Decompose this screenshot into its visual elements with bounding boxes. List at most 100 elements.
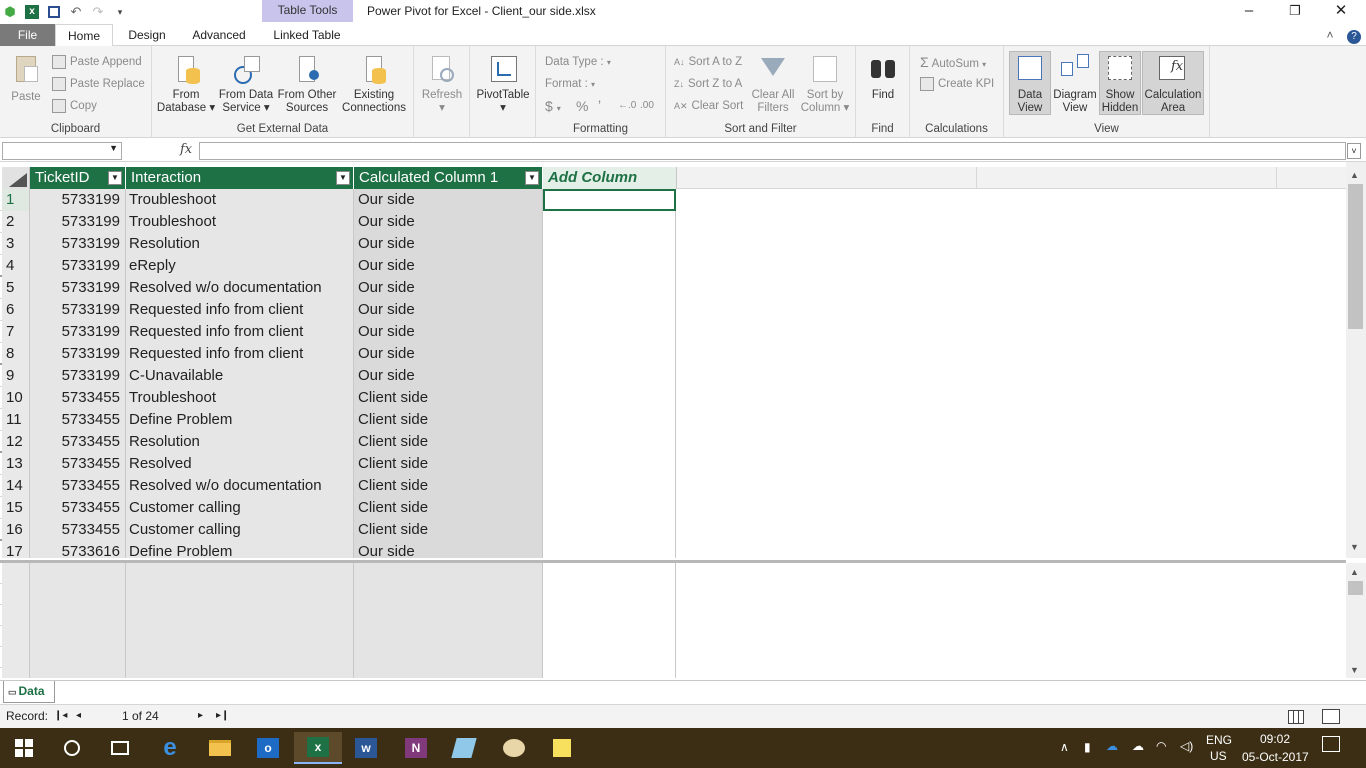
- first-record-icon[interactable]: ❙◂: [54, 705, 67, 727]
- collapse-ribbon-icon[interactable]: ˄: [1320, 24, 1340, 46]
- decrease-decimal-icon[interactable]: .00: [640, 98, 654, 114]
- cloud-icon[interactable]: ☁: [1132, 739, 1144, 753]
- row-number[interactable]: 3: [2, 233, 30, 255]
- calculation-area-cell[interactable]: [126, 626, 354, 647]
- copy-button[interactable]: Copy: [52, 98, 97, 114]
- row-number[interactable]: 6: [2, 299, 30, 321]
- cell-calculated-column[interactable]: Client side: [354, 431, 543, 453]
- cell-calculated-column[interactable]: Our side: [354, 343, 543, 365]
- cell-ticketid[interactable]: 5733199: [30, 189, 126, 211]
- cell-interaction[interactable]: Define Problem: [126, 541, 354, 558]
- calculation-area-cell[interactable]: [2, 563, 30, 584]
- restore-button[interactable]: ❐: [1272, 0, 1318, 24]
- cell-interaction[interactable]: Requested info from client: [126, 299, 354, 321]
- data-type-dropdown[interactable]: Data Type : ▾: [545, 54, 611, 70]
- row-number[interactable]: 5: [2, 277, 30, 299]
- table-row[interactable]: 16 5733455 Customer calling Client side: [0, 519, 676, 541]
- table-row[interactable]: 17 5733616 Define Problem Our side: [0, 541, 676, 558]
- cell-add-column[interactable]: [543, 453, 676, 475]
- table-row[interactable]: 9 5733199 C-Unavailable Our side: [0, 365, 676, 387]
- close-button[interactable]: ✕: [1318, 0, 1364, 24]
- cell-add-column[interactable]: [543, 387, 676, 409]
- calculation-area-cell[interactable]: [543, 605, 676, 626]
- calculation-area-cell[interactable]: [30, 605, 126, 626]
- column-header-ticketid[interactable]: TicketID ▼: [30, 167, 126, 189]
- calculation-area-cell[interactable]: [126, 563, 354, 584]
- table-row[interactable]: 4 5733199 eReply Our side: [0, 255, 676, 277]
- tab-design[interactable]: Design: [118, 24, 176, 46]
- last-record-icon[interactable]: ▸❙: [216, 705, 229, 727]
- fx-icon[interactable]: fx: [180, 142, 192, 157]
- calculation-area-cell[interactable]: [30, 563, 126, 584]
- notepad-app-icon[interactable]: [440, 732, 488, 764]
- cell-calculated-column[interactable]: Client side: [354, 453, 543, 475]
- cell-add-column[interactable]: [543, 277, 676, 299]
- calculation-area-row[interactable]: [0, 584, 676, 605]
- autosum-button[interactable]: Σ AutoSum ▾: [920, 54, 986, 70]
- calculation-area-cell[interactable]: [30, 626, 126, 647]
- clock-date[interactable]: 05-Oct-2017: [1242, 750, 1309, 764]
- calculation-area-cell[interactable]: [30, 668, 126, 678]
- calculation-area-cell[interactable]: [126, 584, 354, 605]
- cell-calculated-column[interactable]: Client side: [354, 475, 543, 497]
- row-number[interactable]: 13: [2, 453, 30, 475]
- save-icon[interactable]: [46, 4, 62, 20]
- help-icon[interactable]: ?: [1344, 24, 1364, 46]
- format-dropdown[interactable]: Format : ▾: [545, 76, 595, 92]
- cell-interaction[interactable]: Troubleshoot: [126, 211, 354, 233]
- scroll-down-icon[interactable]: ▼: [1350, 665, 1359, 675]
- row-number[interactable]: 9: [2, 365, 30, 387]
- table-row[interactable]: 12 5733455 Resolution Client side: [0, 431, 676, 453]
- calculation-area-cell[interactable]: [2, 584, 30, 605]
- calculation-area-cell[interactable]: [126, 647, 354, 668]
- calculation-area-row[interactable]: [0, 605, 676, 626]
- cortana-icon[interactable]: [48, 732, 96, 764]
- calculation-area-button[interactable]: fx Calculation Area: [1142, 51, 1204, 115]
- cell-calculated-column[interactable]: Our side: [354, 211, 543, 233]
- row-number[interactable]: 4: [2, 255, 30, 277]
- name-box-dropdown-icon[interactable]: ▼: [109, 143, 118, 153]
- redo-icon[interactable]: ↷: [90, 4, 106, 20]
- column-header-interaction[interactable]: Interaction ▼: [126, 167, 354, 189]
- cell-calculated-column[interactable]: Client side: [354, 519, 543, 541]
- table-row[interactable]: 6 5733199 Requested info from client Our si…: [0, 299, 676, 321]
- cell-calculated-column[interactable]: Our side: [354, 277, 543, 299]
- onenote-icon[interactable]: N: [392, 732, 440, 764]
- excel-icon[interactable]: x: [24, 4, 40, 20]
- filter-dropdown-icon[interactable]: ▼: [108, 171, 122, 185]
- cell-add-column[interactable]: [543, 519, 676, 541]
- diagram-view-icon[interactable]: [1322, 709, 1340, 724]
- cell-ticketid[interactable]: 5733455: [30, 519, 126, 541]
- calculation-area-cell[interactable]: [543, 647, 676, 668]
- excel-taskbar-icon[interactable]: x: [294, 732, 342, 764]
- cell-add-column[interactable]: [543, 211, 676, 233]
- cell-calculated-column[interactable]: Our side: [354, 189, 543, 211]
- cell-add-column[interactable]: [543, 365, 676, 387]
- calc-vertical-scrollbar[interactable]: ▲ ▼: [1346, 563, 1366, 678]
- cell-add-column[interactable]: [543, 409, 676, 431]
- data-view-button[interactable]: Data View: [1009, 51, 1051, 115]
- cell-ticketid[interactable]: 5733199: [30, 255, 126, 277]
- word-icon[interactable]: w: [342, 732, 390, 764]
- cell-add-column[interactable]: [543, 189, 676, 211]
- calculation-area-cell[interactable]: [543, 626, 676, 647]
- cell-calculated-column[interactable]: Our side: [354, 299, 543, 321]
- scroll-down-icon[interactable]: ▼: [1350, 542, 1359, 552]
- pivottable-button[interactable]: PivotTable ▾: [474, 52, 532, 115]
- battery-icon[interactable]: ▮: [1084, 740, 1091, 754]
- table-row[interactable]: 1 5733199 Troubleshoot Our side: [0, 189, 676, 211]
- cell-interaction[interactable]: Define Problem: [126, 409, 354, 431]
- clock-time[interactable]: 09:02: [1260, 732, 1290, 746]
- calculation-area-cell[interactable]: [2, 647, 30, 668]
- calculation-area-cell[interactable]: [543, 668, 676, 678]
- sheet-tab-data[interactable]: ▭ Data: [3, 681, 55, 703]
- scroll-thumb[interactable]: [1348, 581, 1363, 595]
- diagram-view-button[interactable]: Diagram View: [1052, 52, 1098, 115]
- region-indicator[interactable]: US: [1210, 749, 1227, 763]
- onedrive-icon[interactable]: ☁: [1106, 739, 1118, 753]
- customize-qat-icon[interactable]: ▾: [112, 4, 128, 20]
- cell-ticketid[interactable]: 5733199: [30, 277, 126, 299]
- calculation-area-cell[interactable]: [30, 647, 126, 668]
- calculation-area-cell[interactable]: [2, 668, 30, 678]
- refresh-button[interactable]: Refresh ▾: [420, 52, 464, 115]
